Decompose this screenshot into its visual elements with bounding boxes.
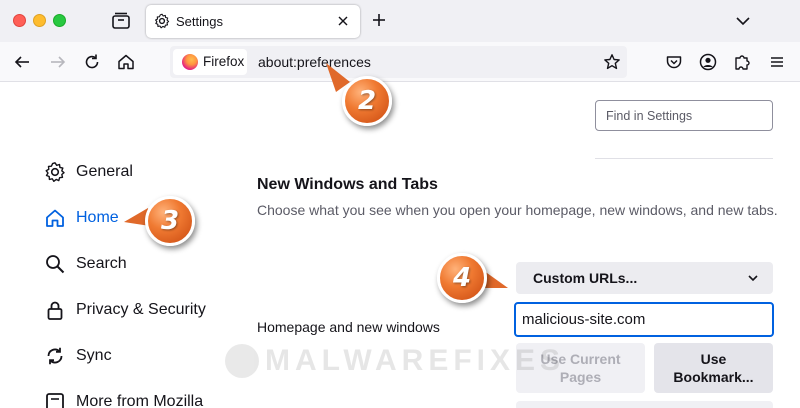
home-icon	[46, 209, 64, 227]
button-label-line2: Bookmark...	[673, 369, 754, 385]
tab-title: Settings	[176, 14, 223, 29]
gear-icon	[155, 13, 170, 29]
url-bar[interactable]: Firefox about:preferences	[170, 46, 627, 78]
category-label: More from Mozilla	[76, 393, 204, 408]
tab-settings[interactable]: Settings	[146, 5, 360, 38]
minimize-window-button[interactable]	[33, 14, 46, 27]
bookmark-star-icon[interactable]	[603, 53, 621, 71]
reload-icon[interactable]	[82, 52, 102, 72]
button-label-line1: Use	[700, 351, 727, 367]
home-icon[interactable]	[116, 52, 136, 72]
category-home[interactable]: Home	[44, 205, 119, 231]
callout-2: 2	[342, 76, 392, 126]
category-label: General	[76, 163, 133, 180]
category-more-from-mozilla[interactable]: More from Mozilla	[44, 389, 203, 408]
watermark: MALWAREFIXES	[225, 344, 565, 378]
extensions-puzzle-icon[interactable]	[732, 52, 752, 72]
chevron-down-icon	[748, 275, 758, 282]
pocket-icon[interactable]	[664, 52, 684, 72]
watermark-shield-icon	[225, 344, 259, 378]
find-in-settings-input[interactable]: Find in Settings	[595, 100, 773, 131]
firefox-view-icon[interactable]	[110, 10, 132, 32]
category-label: Sync	[76, 347, 112, 364]
preferences-page: Find in Settings General Home Search Pri…	[0, 83, 800, 408]
forward-arrow-icon[interactable]	[48, 52, 68, 72]
url-text[interactable]: about:preferences	[258, 54, 371, 70]
close-window-button[interactable]	[13, 14, 26, 27]
category-search[interactable]: Search	[44, 251, 127, 277]
mozilla-icon	[46, 393, 64, 408]
sync-icon	[47, 347, 63, 365]
category-label: Search	[76, 255, 127, 272]
maximize-window-button[interactable]	[53, 14, 66, 27]
watermark-text: MALWAREFIXES	[265, 344, 566, 377]
homepage-mode-select[interactable]: Custom URLs...	[516, 262, 773, 294]
category-label: Home	[76, 209, 119, 226]
lock-icon	[47, 301, 63, 320]
category-sync[interactable]: Sync	[44, 343, 112, 369]
use-bookmark-button[interactable]: Use Bookmark...	[654, 343, 773, 393]
close-tab-icon[interactable]	[336, 14, 350, 28]
divider	[595, 158, 773, 159]
restore-defaults-button[interactable]	[516, 401, 773, 408]
back-arrow-icon[interactable]	[12, 52, 32, 72]
search-icon	[46, 255, 65, 274]
account-icon[interactable]	[698, 52, 718, 72]
section-description: Choose what you see when you open your h…	[257, 202, 778, 218]
category-label: Privacy & Security	[76, 301, 206, 318]
firefox-logo-icon	[182, 54, 198, 70]
gear-icon	[45, 162, 65, 182]
list-all-tabs-icon[interactable]	[735, 14, 751, 28]
menu-hamburger-icon[interactable]	[767, 52, 787, 72]
homepage-label: Homepage and new windows	[257, 319, 440, 335]
callout-4: 4	[437, 253, 487, 303]
category-privacy-security[interactable]: Privacy & Security	[44, 297, 206, 323]
homepage-mode-value: Custom URLs...	[533, 270, 638, 286]
identity-box[interactable]: Firefox	[173, 49, 247, 75]
navigation-toolbar: Firefox about:preferences	[0, 42, 800, 82]
identity-label: Firefox	[203, 54, 245, 69]
category-general[interactable]: General	[44, 159, 133, 185]
callout-3: 3	[145, 196, 195, 246]
tab-strip: Settings	[0, 0, 800, 42]
new-tab-icon[interactable]	[370, 11, 388, 29]
section-title: New Windows and Tabs	[257, 176, 438, 193]
homepage-url-input[interactable]: malicious-site.com	[514, 302, 774, 337]
